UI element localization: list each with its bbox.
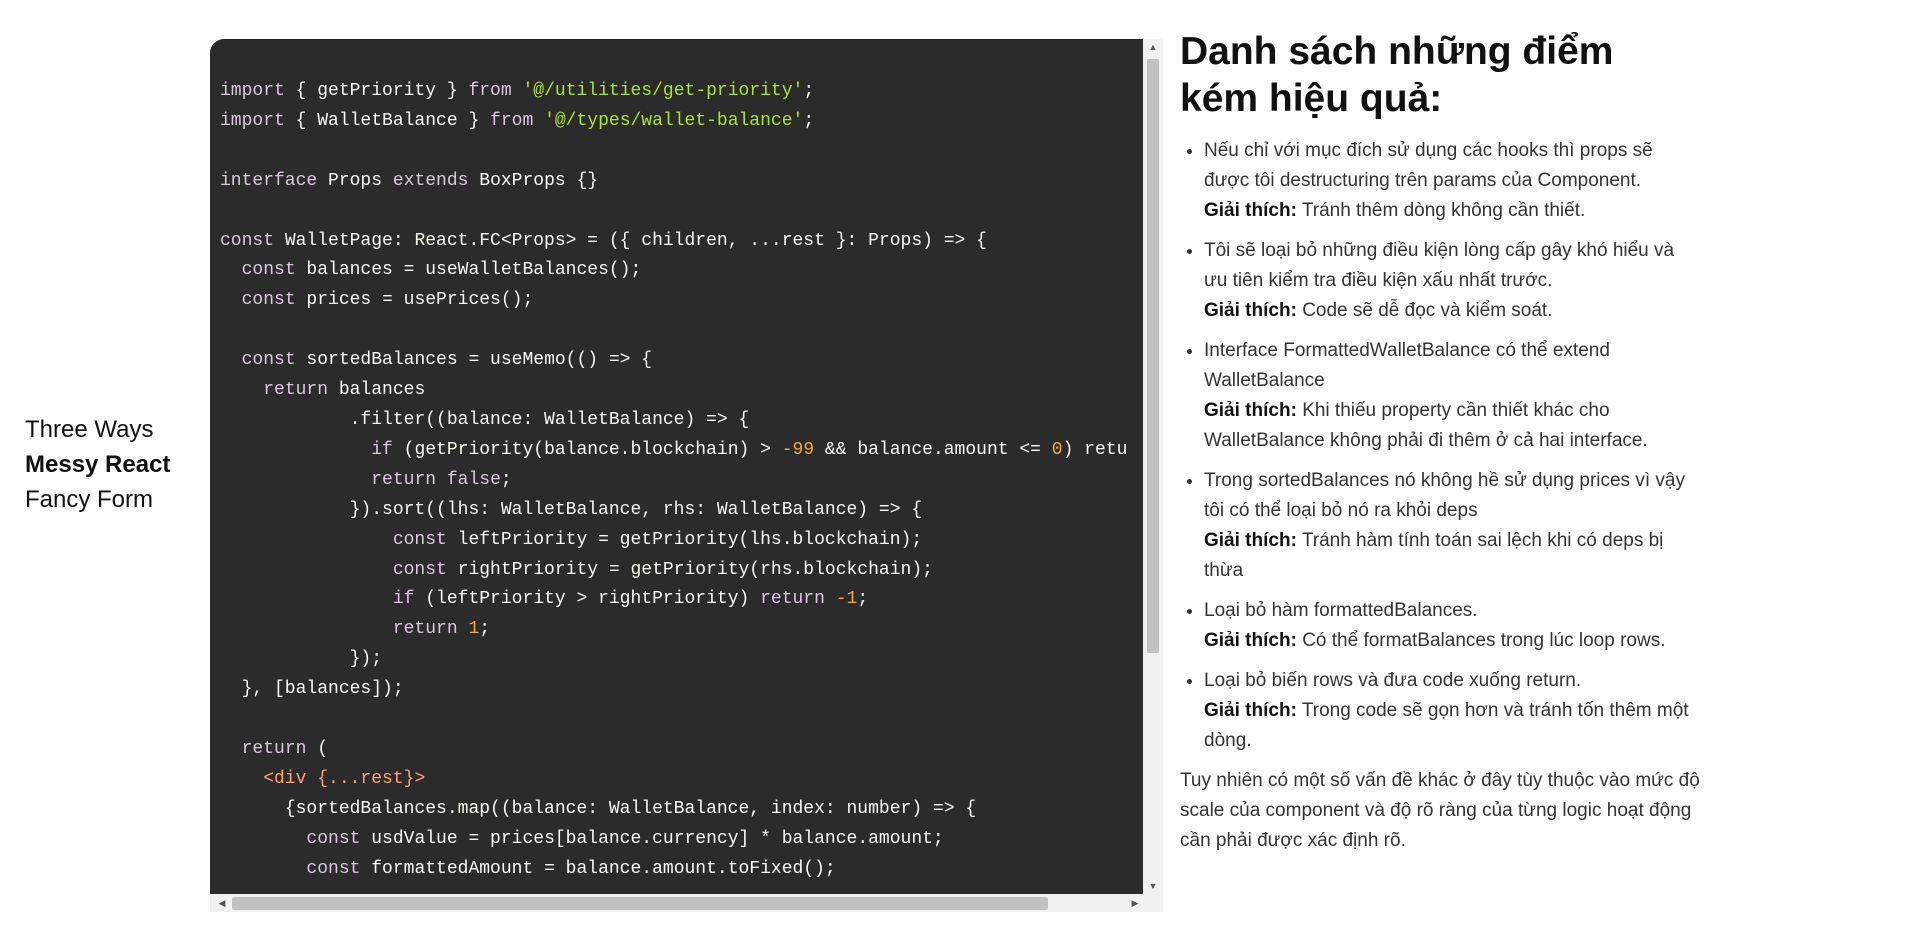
code-line: return (: [241, 738, 329, 759]
code-line: });: [220, 649, 383, 670]
code-line: return false;: [371, 469, 512, 490]
scroll-down-icon[interactable]: ▼: [1143, 878, 1163, 894]
explanation-label: Giải thích:: [1204, 530, 1297, 551]
horizontal-scroll-thumb[interactable]: [232, 897, 1048, 910]
inefficiency-list: Nếu chỉ với mục đích sử dụng các hooks t…: [1180, 136, 1700, 756]
list-item: Loại bỏ biến rows và đưa code xuống retu…: [1204, 666, 1700, 756]
horizontal-scrollbar[interactable]: ◀ ▶: [210, 894, 1163, 912]
point-text: Tôi sẽ loại bỏ những điều kiện lòng cấp …: [1204, 240, 1675, 291]
explanation-text: Có thể formatBalances trong lúc loop row…: [1302, 630, 1666, 651]
point-text: Loại bỏ hàm formattedBalances.: [1204, 600, 1478, 621]
code-line: if (leftPriority > rightPriority) return…: [392, 589, 869, 610]
code-line: const usdValue = prices[balance.currency…: [306, 828, 944, 849]
point-text: Interface FormattedWalletBalance có thể …: [1204, 340, 1610, 391]
code-line: const balances = useWalletBalances();: [241, 260, 642, 281]
code-line: return 1;: [392, 619, 491, 640]
code-line: const rightPriority = getPriority(rhs.bl…: [392, 559, 933, 580]
scroll-left-icon[interactable]: ◀: [214, 894, 230, 912]
explanation-label: Giải thích:: [1204, 400, 1297, 421]
code-line: }, [balances]);: [220, 679, 404, 700]
list-item: Trong sortedBalances nó không hề sử dụng…: [1204, 466, 1700, 586]
explanation-label: Giải thích:: [1204, 300, 1297, 321]
code-line: const prices = usePrices();: [241, 290, 534, 311]
code-line: import { WalletBalance } from '@/types/w…: [220, 110, 815, 131]
code-line: }).sort((lhs: WalletBalance, rhs: Wallet…: [220, 499, 923, 520]
code-line: if (getPriority(balance.blockchain) > -9…: [371, 439, 1128, 460]
point-text: Nếu chỉ với mục đích sử dụng các hooks t…: [1204, 140, 1653, 191]
code-block[interactable]: import { getPriority } from '@/utilities…: [210, 39, 1143, 894]
explanation-text: Tránh thêm dòng không cần thiết.: [1301, 200, 1586, 221]
code-line: {sortedBalances.map((balance: WalletBala…: [220, 798, 977, 819]
list-item: Tôi sẽ loại bỏ những điều kiện lòng cấp …: [1204, 236, 1700, 326]
sidebar-nav: Three Ways Messy React Fancy Form: [25, 412, 170, 517]
list-item: Nếu chỉ với mục đích sử dụng các hooks t…: [1204, 136, 1700, 226]
explanation-label: Giải thích:: [1204, 200, 1297, 221]
explanation-label: Giải thích:: [1204, 700, 1297, 721]
vertical-scrollbar[interactable]: ▲ ▼: [1143, 39, 1163, 894]
code-line: return balances: [263, 380, 426, 401]
scroll-right-icon[interactable]: ▶: [1127, 894, 1143, 912]
sidebar-item-fancy-form[interactable]: Fancy Form: [25, 482, 170, 517]
code-line: const sortedBalances = useMemo(() => {: [241, 350, 653, 371]
code-line: const leftPriority = getPriority(lhs.blo…: [392, 529, 923, 550]
explanation-text: Code sẽ dễ đọc và kiểm soát.: [1302, 300, 1553, 321]
closing-paragraph: Tuy nhiên có một số vấn đề khác ở đây tù…: [1180, 770, 1700, 851]
code-content: import { getPriority } from '@/utilities…: [220, 77, 1127, 884]
code-line: <div {...rest}>: [263, 768, 426, 789]
explanation-label: Giải thích:: [1204, 630, 1297, 651]
sidebar-item-messy-react[interactable]: Messy React: [25, 447, 170, 482]
code-line: import { getPriority } from '@/utilities…: [220, 81, 815, 101]
point-text: Trong sortedBalances nó không hề sử dụng…: [1204, 470, 1685, 521]
notes-heading: Danh sách những điểm kém hiệu quả:: [1180, 30, 1614, 120]
notes-panel: Danh sách những điểm kém hiệu quả: Nếu c…: [1180, 28, 1700, 875]
list-item: Interface FormattedWalletBalance có thể …: [1204, 336, 1700, 456]
vertical-scroll-thumb[interactable]: [1147, 59, 1159, 653]
point-text: Loại bỏ biến rows và đưa code xuống retu…: [1204, 670, 1582, 691]
code-line: interface Props extends BoxProps {}: [220, 170, 599, 191]
sidebar-item-three-ways[interactable]: Three Ways: [25, 412, 170, 447]
code-line: .filter((balance: WalletBalance) => {: [220, 409, 750, 430]
list-item: Loại bỏ hàm formattedBalances. Giải thíc…: [1204, 596, 1700, 656]
code-line: const formattedAmount = balance.amount.t…: [306, 858, 836, 879]
scroll-up-icon[interactable]: ▲: [1143, 39, 1163, 55]
code-line: const WalletPage: React.FC<Props> = ({ c…: [220, 230, 987, 251]
